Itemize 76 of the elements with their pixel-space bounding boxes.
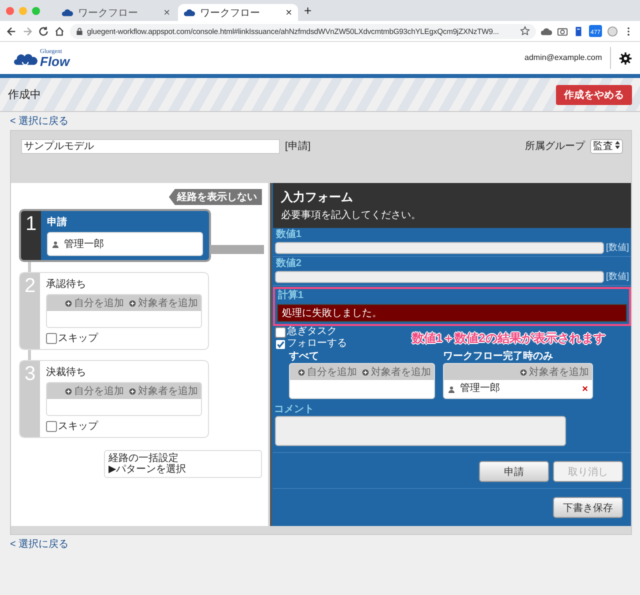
plus-circle-icon [65, 300, 72, 306]
user-email[interactable]: admin@example.com [524, 47, 611, 69]
comment-label: コメント [272, 404, 315, 416]
cloud-icon[interactable] [541, 26, 552, 36]
new-tab-button[interactable]: + [304, 3, 312, 18]
back-icon[interactable] [6, 26, 17, 36]
field-label: 数値2 [274, 258, 302, 270]
close-icon[interactable]: × [286, 6, 292, 18]
camera-icon[interactable] [557, 26, 568, 36]
group-select[interactable]: 監査 [590, 139, 623, 154]
add-action-link[interactable]: 自分を追加 [298, 365, 357, 379]
field-label: 計算1 [276, 290, 304, 302]
reload-icon[interactable] [38, 26, 49, 36]
field-type-label: [数値] [606, 270, 629, 283]
cloud-icon [62, 8, 73, 17]
comment-field[interactable] [274, 416, 566, 446]
form-title: 入力フォーム [280, 189, 354, 206]
pattern-select-link[interactable]: ▶パターンを選択 [108, 464, 258, 475]
tab-title: ワークフロー [78, 6, 139, 20]
person-icon [52, 241, 59, 248]
form-button[interactable]: 申請 [479, 461, 549, 482]
person-icon [448, 386, 455, 392]
tab-title: ワークフロー [200, 6, 261, 20]
bulk-setting-title: 経路の一括設定 [108, 453, 180, 464]
plus-circle-icon [362, 368, 369, 376]
notify-group-title: すべて [288, 351, 320, 363]
field-type-label: [数値] [606, 241, 629, 254]
plus-circle-icon [129, 300, 136, 306]
home-icon[interactable] [54, 26, 65, 36]
model-name-field[interactable]: サンプルモデル [21, 139, 280, 154]
number-input[interactable] [274, 270, 604, 282]
form-subtitle: 必要事項を記入してください。 [280, 208, 422, 222]
step-title: 決裁待ち [46, 366, 87, 379]
add-action-link[interactable]: 対象者を追加 [129, 384, 198, 398]
plus-circle-icon [129, 388, 136, 394]
up-down-arrows-icon [615, 141, 620, 149]
browser-tab[interactable]: ワークフロー × [178, 4, 298, 21]
save-draft-button[interactable]: 下書き保存 [553, 497, 623, 518]
step-title: 承認待ち [46, 278, 87, 291]
back-link[interactable]: < 選択に戻る [10, 538, 632, 551]
annotation-text: 数値1＋数値2の結果が表示されます [412, 330, 606, 347]
hide-route-button[interactable]: 経路を表示しない [168, 189, 262, 205]
add-action-link[interactable]: 対象者を追加 [362, 365, 431, 379]
plus-circle-icon [298, 368, 305, 376]
cancel-creation-button[interactable]: 作成をやめる [556, 84, 632, 104]
add-action-link[interactable]: 自分を追加 [65, 296, 124, 310]
field-label: 数値1 [274, 229, 302, 241]
cloud-icon [184, 8, 195, 17]
add-action-link[interactable]: 対象者を追加 [129, 296, 198, 310]
settings-icon[interactable] [619, 52, 632, 64]
number-input[interactable] [274, 242, 604, 254]
lock-icon [76, 26, 83, 36]
back-link[interactable]: < 選択に戻る [10, 115, 632, 128]
assignee-name: 管理一郎 [448, 382, 500, 396]
plus-circle-icon [65, 388, 72, 394]
step-title: 申請 [47, 216, 68, 229]
error-message: 処理に失敗しました。 [276, 304, 627, 322]
document-icon[interactable] [573, 26, 584, 36]
profile-avatar-icon[interactable] [607, 26, 618, 36]
notify-group-title: ワークフロー完了時のみ [442, 351, 554, 363]
logo-text: Flow [40, 54, 70, 68]
group-label: 所属グループ [525, 140, 585, 154]
close-icon[interactable]: × [164, 6, 170, 18]
plus-circle-icon [520, 368, 527, 376]
browser-tab[interactable]: ワークフロー × [56, 4, 176, 21]
step-number: 1 [21, 211, 41, 260]
check-icon [276, 340, 285, 348]
assignee-name: 管理一郎 [52, 238, 104, 252]
remove-button[interactable]: × [582, 384, 588, 394]
status-title: 作成中 [8, 88, 41, 102]
step-card[interactable]: 1 申請 管理一郎 [19, 209, 211, 262]
skip-checkbox[interactable]: スキップ [46, 419, 202, 433]
skip-checkbox[interactable]: スキップ [46, 331, 202, 345]
add-action-link[interactable]: 自分を追加 [65, 384, 124, 398]
bookmark-star-icon[interactable] [520, 26, 530, 36]
model-tag: [申請] [285, 139, 520, 154]
